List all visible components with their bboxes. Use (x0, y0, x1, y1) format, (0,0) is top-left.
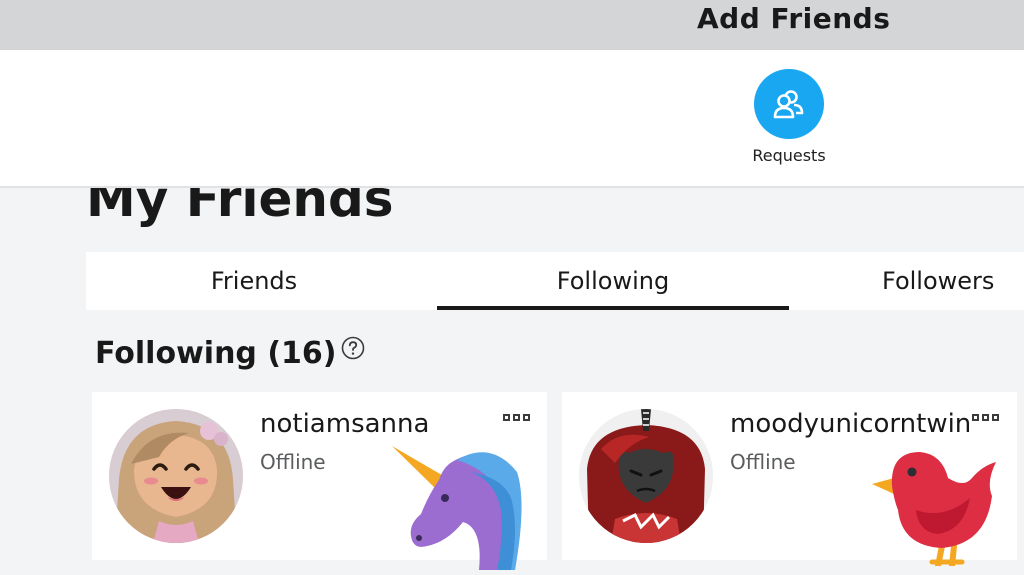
friend-name[interactable]: notiamsanna (260, 409, 429, 439)
avatar[interactable] (109, 409, 243, 543)
more-options-icon[interactable] (503, 414, 531, 424)
header-title: Add Friends (697, 2, 891, 35)
friend-status: Offline (260, 450, 326, 474)
friends-tabs: Friends Following Followers (86, 252, 1024, 310)
question-circle-icon[interactable] (341, 336, 365, 360)
header-bar: Add Friends (0, 0, 1024, 50)
unicorn-emoji-icon (392, 446, 522, 570)
tab-friends[interactable]: Friends (86, 252, 422, 310)
requests-button[interactable] (754, 69, 824, 139)
friend-name[interactable]: moodyunicorntwin (730, 409, 971, 439)
add-friends-panel: Requests (0, 50, 1024, 188)
more-options-icon[interactable] (972, 414, 1000, 424)
red-bird-emoji-icon (872, 452, 996, 566)
friend-card[interactable]: notiamsanna Offline (92, 392, 547, 570)
tab-following[interactable]: Following (437, 252, 789, 310)
friend-card[interactable]: moodyunicorntwin Offline (562, 392, 1017, 566)
people-icon (773, 90, 804, 119)
avatar[interactable] (579, 409, 713, 543)
friend-status: Offline (730, 450, 796, 474)
section-title: Following (16) (95, 336, 337, 371)
tab-followers[interactable]: Followers (882, 252, 1024, 310)
requests-label[interactable]: Requests (739, 146, 839, 165)
